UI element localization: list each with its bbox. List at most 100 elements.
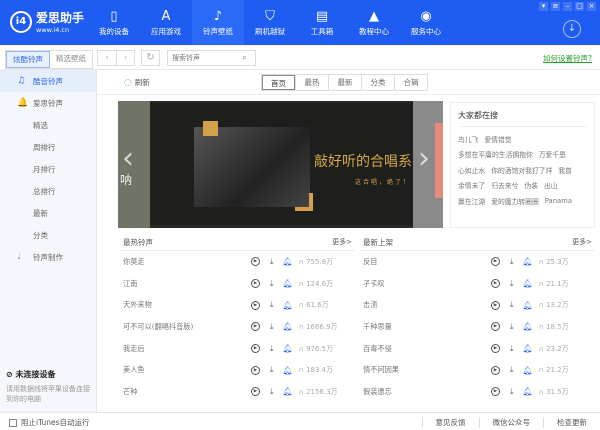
ringtone-name[interactable]: 芒种 [123, 387, 251, 397]
nav-item[interactable]: ▲ 教程中心 [348, 0, 400, 45]
download-icon[interactable]: ⤓ [510, 300, 514, 310]
play-icon[interactable]: ▶ [251, 279, 260, 289]
more-link[interactable]: 更多> [332, 237, 352, 250]
download-icon[interactable]: ↓ [563, 20, 581, 38]
ringtone-name[interactable]: 千种思量 [363, 322, 491, 332]
itunes-checkbox[interactable]: 阻止iTunes自动运行 [9, 417, 90, 428]
ringtone-name[interactable]: 假装遗忘 [363, 387, 491, 397]
hot-search-term[interactable]: 心如止水 [458, 165, 485, 175]
set-ringtone-bell-icon[interactable]: 🔔︎ [523, 322, 533, 331]
nav-item[interactable]: ⛉ 刷机越狱 [244, 0, 296, 45]
nav-item[interactable]: A 应用游戏 [140, 0, 192, 45]
ringtone-name[interactable]: 击溃 [363, 300, 491, 310]
set-ringtone-bell-icon[interactable]: 🔔︎ [283, 344, 293, 353]
download-icon[interactable]: ⤓ [510, 387, 514, 397]
play-icon[interactable]: ▶ [251, 257, 260, 267]
nav-item[interactable]: ▤ 工具箱 [296, 0, 348, 45]
seg-wallpapers[interactable]: 精选壁纸 [50, 51, 92, 68]
download-icon[interactable]: ⤓ [270, 257, 274, 267]
set-ringtone-bell-icon[interactable]: 🔔︎ [283, 366, 293, 375]
banner-carousel[interactable]: 呐 敲好听的合唱系列 这合唱，绝了！ ‹ › [118, 101, 443, 228]
hot-search-term[interactable]: 爱的魔力转圈圈 [491, 196, 539, 206]
play-icon[interactable]: ▶ [491, 387, 500, 397]
ringtone-name[interactable]: 可不可以(翻唱抖音版) [123, 322, 251, 332]
download-icon[interactable]: ⤓ [270, 365, 274, 375]
feedback-link[interactable]: 意见反馈 [421, 417, 479, 428]
play-icon[interactable]: ▶ [491, 365, 500, 375]
play-icon[interactable]: ▶ [491, 300, 500, 310]
maximize-icon[interactable]: □ [575, 2, 584, 11]
sidebar-item[interactable]: 周排行 [0, 136, 96, 158]
ringtone-name[interactable]: 百毒不侵 [363, 344, 491, 354]
play-icon[interactable]: ▶ [251, 344, 260, 354]
close-icon[interactable]: × [587, 2, 596, 11]
download-icon[interactable]: ⤓ [510, 279, 514, 289]
check-update-link[interactable]: 检查更新 [543, 417, 600, 428]
sidebar-item[interactable]: 🔔 爱思铃声 [0, 92, 96, 114]
nav-item[interactable]: ◉ 服务中心 [400, 0, 452, 45]
hot-search-term[interactable]: 多想在平庸的生活拥抱你 [458, 149, 533, 159]
play-icon[interactable]: ▶ [491, 279, 500, 289]
ringtone-name[interactable]: 美人鱼 [123, 365, 251, 375]
set-ringtone-bell-icon[interactable]: 🔔︎ [523, 366, 533, 375]
set-ringtone-bell-icon[interactable]: 🔔︎ [523, 344, 533, 353]
sidebar-item[interactable]: ♩ 铃声制作 [0, 246, 96, 268]
seg-ringtones[interactable]: 炫酷铃声 [6, 51, 50, 68]
download-icon[interactable]: ⤓ [270, 322, 274, 332]
download-icon[interactable]: ⤓ [510, 257, 514, 267]
play-icon[interactable]: ▶ [491, 322, 500, 332]
play-icon[interactable]: ▶ [251, 322, 260, 332]
prev-arrow-icon[interactable]: ‹ [122, 141, 134, 176]
hot-search-term[interactable]: Panama [545, 197, 572, 205]
hot-search-term[interactable]: 万爱千恩 [539, 149, 566, 159]
ringtone-name[interactable]: 我走后 [123, 344, 251, 354]
sidebar-item[interactable]: 精选 [0, 114, 96, 136]
skin-icon[interactable]: ▾ [539, 2, 548, 11]
download-icon[interactable]: ⤓ [510, 365, 514, 375]
hot-search-term[interactable]: 我曾 [558, 165, 572, 175]
reload-button[interactable]: ↻ [141, 50, 160, 66]
play-icon[interactable]: ▶ [491, 344, 500, 354]
hot-search-term[interactable]: 赢在江湖 [458, 196, 485, 206]
set-ringtone-bell-icon[interactable]: 🔔︎ [523, 279, 533, 288]
set-ringtone-bell-icon[interactable]: 🔔︎ [283, 279, 293, 288]
hot-search-term[interactable]: 你的酒馆对我打了烊 [491, 165, 552, 175]
play-icon[interactable]: ▶ [251, 387, 260, 397]
wechat-link[interactable]: 微信公众号 [478, 417, 544, 428]
set-ringtone-bell-icon[interactable]: 🔔︎ [283, 387, 293, 396]
download-icon[interactable]: ⤓ [270, 300, 274, 310]
search-input[interactable] [172, 54, 242, 62]
nav-item[interactable]: ♪ 铃声壁纸 [192, 0, 244, 45]
download-icon[interactable]: ⤓ [510, 322, 514, 332]
ringtone-name[interactable]: 天外来物 [123, 300, 251, 310]
sidebar-item[interactable]: 最新 [0, 202, 96, 224]
hot-search-term[interactable]: 爱情错觉 [484, 134, 511, 144]
search-icon[interactable]: ⌕ [242, 53, 247, 63]
minimize-icon[interactable]: – [563, 2, 572, 11]
tab[interactable]: 首页 [262, 75, 295, 90]
hot-search-term[interactable]: 出山 [544, 180, 558, 190]
sidebar-item[interactable]: 月排行 [0, 158, 96, 180]
sidebar-item[interactable]: 分类 [0, 224, 96, 246]
menu-icon[interactable]: ≡ [551, 2, 560, 11]
sidebar-item[interactable]: 总排行 [0, 180, 96, 202]
play-icon[interactable]: ▶ [251, 365, 260, 375]
tab[interactable]: 合辑 [394, 75, 427, 90]
next-arrow-icon[interactable]: › [418, 141, 430, 176]
tab[interactable]: 分类 [361, 75, 394, 90]
ringtone-name[interactable]: 孑孓叹 [363, 279, 491, 289]
hot-search-term[interactable]: 伪装 [524, 180, 538, 190]
refresh-button[interactable]: ◌ 刷新 [124, 77, 150, 88]
tab[interactable]: 最新 [328, 75, 361, 90]
download-icon[interactable]: ⤓ [510, 344, 514, 354]
ringtone-name[interactable]: 你莫走 [123, 257, 251, 267]
set-ringtone-bell-icon[interactable]: 🔔︎ [523, 257, 533, 266]
sidebar-item[interactable]: ♫ 酷音铃声 [0, 70, 96, 92]
play-icon[interactable]: ▶ [491, 257, 500, 267]
download-icon[interactable]: ⤓ [270, 387, 274, 397]
ringtone-name[interactable]: 江南 [123, 279, 251, 289]
play-icon[interactable]: ▶ [251, 300, 260, 310]
set-ringtone-bell-icon[interactable]: 🔔︎ [283, 322, 293, 331]
nav-item[interactable]: ▯ 我的设备 [88, 0, 140, 45]
more-link[interactable]: 更多> [572, 237, 592, 250]
